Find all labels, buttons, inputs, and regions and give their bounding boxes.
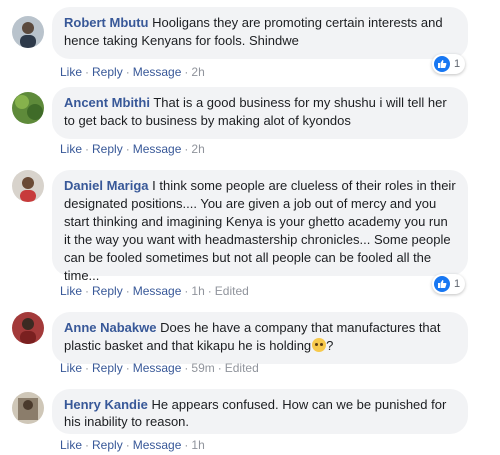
comment-time[interactable]: 59m [191,361,214,375]
comment-bubble: Henry Kandie He appears confused. How ca… [52,389,468,434]
message-button[interactable]: Message [133,142,182,156]
comment-author[interactable]: Daniel Mariga [64,178,149,193]
separator: · [184,142,189,156]
comment-actions: Like · Reply · Message · 2h [60,141,205,157]
comment-time[interactable]: 1h [191,438,204,452]
comment-author[interactable]: Robert Mbutu [64,15,148,30]
like-button[interactable]: Like [60,438,82,452]
like-reaction-icon [434,56,450,72]
separator: · [217,361,222,375]
separator: · [184,284,189,298]
reply-button[interactable]: Reply [92,284,123,298]
comment-bubble: Ancent Mbithi That is a good business fo… [52,87,468,139]
edited-label[interactable]: Edited [215,284,249,298]
comment-text: I think some people are clueless of thei… [64,178,456,283]
reply-button[interactable]: Reply [92,438,123,452]
reply-button[interactable]: Reply [92,65,123,79]
separator: · [125,438,130,452]
avatar[interactable] [12,16,44,48]
comment-bubble: Robert Mbutu Hooligans they are promotin… [52,7,468,59]
comment-actions: Like · Reply · Message · 1h [60,437,205,453]
comment-actions: Like · Reply · Message · 2h [60,64,205,80]
separator: · [85,438,90,452]
comment-bubble: Daniel Mariga I think some people are cl… [52,170,468,283]
separator: · [125,361,130,375]
reaction-count[interactable]: 1 [432,274,466,294]
like-button[interactable]: Like [60,65,82,79]
like-button[interactable]: Like [60,284,82,298]
reply-button[interactable]: Reply [92,142,123,156]
like-button[interactable]: Like [60,142,82,156]
separator: · [85,361,90,375]
reaction-number: 1 [454,58,461,70]
separator: · [85,284,90,298]
avatar[interactable] [12,392,44,424]
separator: · [184,65,189,79]
separator: · [125,284,130,298]
reaction-number: 1 [454,278,461,290]
edited-label[interactable]: Edited [225,361,259,375]
avatar[interactable] [12,170,44,202]
comment-time[interactable]: 1h [191,284,204,298]
comment-time[interactable]: 2h [191,142,204,156]
comment-time[interactable]: 2h [191,65,204,79]
message-button[interactable]: Message [133,438,182,452]
message-button[interactable]: Message [133,65,182,79]
like-reaction-icon [434,276,450,292]
separator: · [125,65,130,79]
message-button[interactable]: Message [133,361,182,375]
separator: · [125,142,130,156]
comment-author[interactable]: Ancent Mbithi [64,95,150,110]
comment-bubble: Anne Nabakwe Does he have a company that… [52,312,468,364]
separator: · [184,438,189,452]
reaction-count[interactable]: 1 [432,54,466,74]
avatar[interactable] [12,92,44,124]
separator: · [85,65,90,79]
message-button[interactable]: Message [133,284,182,298]
comment-author[interactable]: Henry Kandie [64,397,148,412]
separator: · [85,142,90,156]
comment-author[interactable]: Anne Nabakwe [64,320,156,335]
comment-text-end: ? [326,338,334,353]
grimacing-face-emoji [312,338,327,352]
like-button[interactable]: Like [60,361,82,375]
comment-actions: Like · Reply · Message · 59m · Edited [60,360,259,376]
reply-button[interactable]: Reply [92,361,123,375]
avatar[interactable] [12,312,44,344]
separator: · [184,361,189,375]
separator: · [207,284,212,298]
comment-actions: Like · Reply · Message · 1h · Edited [60,283,249,299]
